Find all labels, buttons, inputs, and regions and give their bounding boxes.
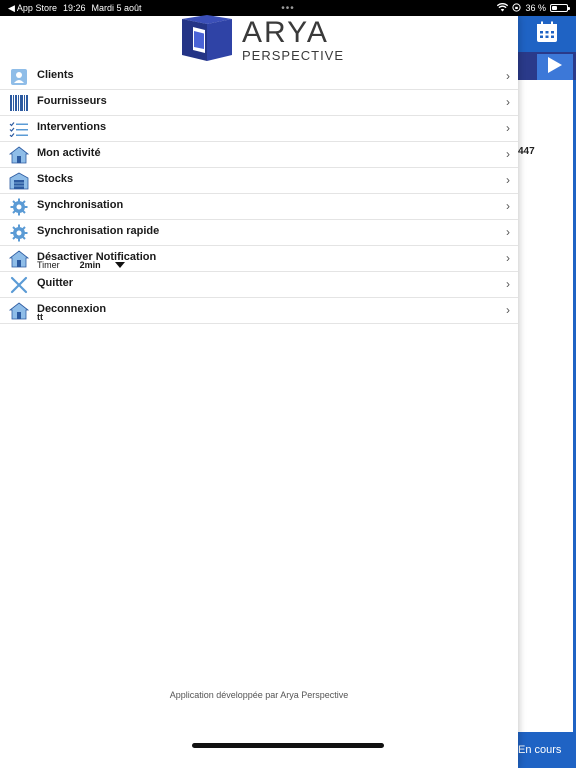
side-menu-drawer: ARYA PERSPECTIVE Clients › Fournisseurs … (0, 14, 518, 768)
battery-percentage: 36 % (525, 3, 546, 13)
menu-item-clients[interactable]: Clients › (0, 64, 518, 90)
logo-title: ARYA (242, 16, 329, 49)
arya-logo-icon (180, 14, 234, 66)
chevron-right-icon: › (506, 251, 510, 265)
menu-item-fournisseurs[interactable]: Fournisseurs › (0, 90, 518, 116)
back-to-app-store-link[interactable]: ◀ App Store (8, 3, 57, 14)
battery-level (552, 6, 558, 10)
chevron-right-icon: › (506, 173, 510, 187)
checklist-icon (8, 118, 30, 140)
menu-item-label: Clients (37, 69, 74, 81)
current-user: tt (37, 312, 43, 322)
menu-item-label: Synchronisation (37, 199, 124, 211)
orientation-lock-icon (512, 2, 522, 14)
menu-list: Clients › Fournisseurs › Interventions ›… (0, 64, 518, 324)
menu-item-label: Quitter (37, 277, 74, 289)
timer-label: Timer (37, 260, 60, 270)
en-cours-label: En cours (518, 744, 562, 756)
menu-item-quitter[interactable]: Quitter › (0, 272, 518, 298)
gear-icon (8, 196, 30, 218)
home-icon (8, 248, 30, 270)
menu-item-label: Deconnexion (37, 303, 107, 315)
footer-credit: Application développée par Arya Perspect… (169, 690, 349, 700)
home-icon (8, 300, 30, 322)
menu-item-label: Mon activité (37, 147, 101, 159)
play-button[interactable] (537, 54, 573, 80)
menu-item-label: Interventions (37, 121, 107, 133)
menu-item-desactiver-notification[interactable]: Désactiver Notification Timer 2min › (0, 246, 518, 272)
warehouse-icon (8, 170, 30, 192)
menu-item-mon-activite[interactable]: Mon activité › (0, 142, 518, 168)
multitask-dots[interactable]: ••• (281, 3, 295, 14)
logo: ARYA PERSPECTIVE (180, 14, 343, 66)
battery-icon (550, 4, 570, 12)
wifi-icon (497, 2, 509, 14)
menu-item-interventions[interactable]: Interventions › (0, 116, 518, 142)
chevron-right-icon: › (506, 95, 510, 109)
dropdown-arrow-icon (114, 262, 125, 268)
home-icon (8, 144, 30, 166)
play-icon (546, 56, 564, 79)
menu-item-label: Stocks (37, 173, 74, 185)
background-app-panel: 447 En cours (518, 16, 576, 768)
status-time: 19:26 (62, 3, 86, 13)
calendar-icon[interactable] (536, 21, 558, 48)
menu-item-synchronisation[interactable]: Synchronisation › (0, 194, 518, 220)
logo-subtitle: PERSPECTIVE (242, 48, 345, 63)
barcode-icon (8, 92, 30, 114)
menu-item-label: Synchronisation rapide (37, 225, 160, 237)
chevron-right-icon: › (506, 199, 510, 213)
timer-select[interactable]: Timer 2min (37, 260, 125, 270)
status-date: Mardi 5 août (91, 3, 142, 13)
menu-item-synchronisation-rapide[interactable]: Synchronisation rapide › (0, 220, 518, 246)
background-number: 447 (518, 146, 535, 157)
home-indicator[interactable] (192, 743, 384, 748)
chevron-right-icon: › (506, 147, 510, 161)
chevron-right-icon: › (506, 277, 510, 291)
chevron-right-icon: › (506, 69, 510, 83)
gear-icon (8, 222, 30, 244)
menu-item-stocks[interactable]: Stocks › (0, 168, 518, 194)
background-header (518, 16, 576, 52)
timer-value: 2min (79, 260, 101, 270)
menu-item-label: Fournisseurs (37, 95, 107, 107)
en-cours-tab[interactable]: En cours (518, 732, 576, 768)
background-toolbar (518, 52, 576, 80)
close-icon (8, 274, 30, 296)
chevron-right-icon: › (506, 121, 510, 135)
status-bar: ◀ App Store 19:26 Mardi 5 août ••• 36 % (0, 0, 576, 16)
user-icon (8, 66, 30, 88)
chevron-right-icon: › (506, 225, 510, 239)
menu-item-deconnexion[interactable]: Deconnexion tt › (0, 298, 518, 324)
chevron-right-icon: › (506, 303, 510, 317)
